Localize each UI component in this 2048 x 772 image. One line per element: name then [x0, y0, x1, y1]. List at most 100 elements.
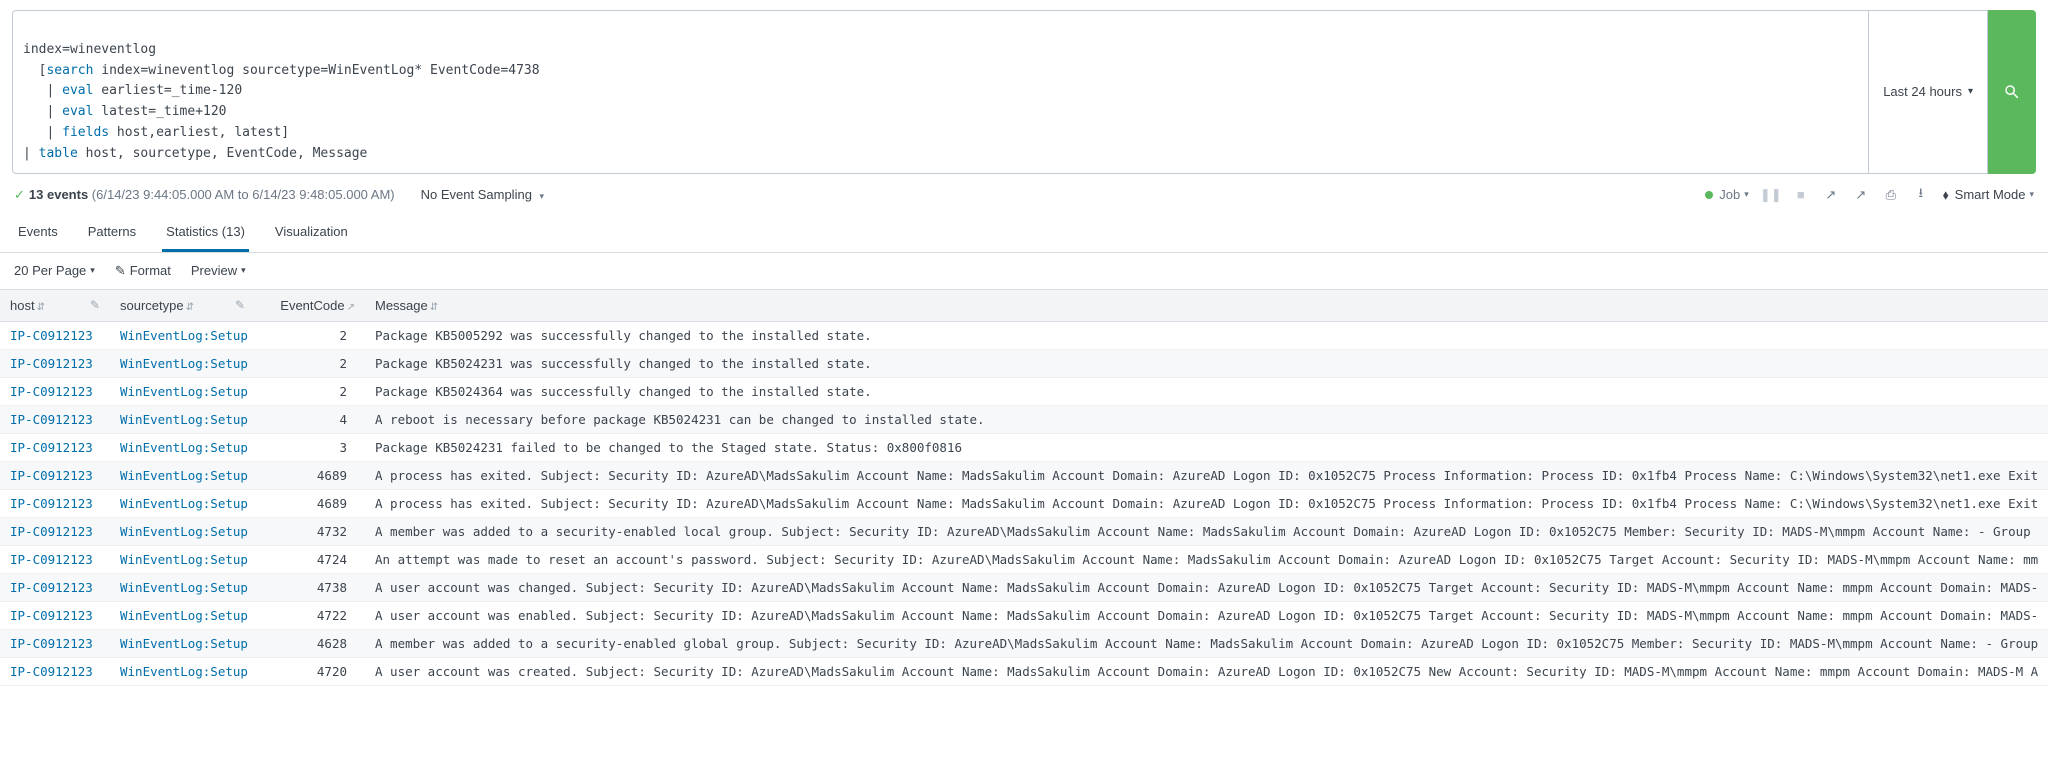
cell-message: A user account was changed. Subject: Sec… [365, 573, 2048, 601]
time-picker[interactable]: Last 24 hours ▾ [1869, 10, 1988, 174]
table-row: IP-C0912123WinEventLog:Setup2Package KB5… [0, 349, 2048, 377]
cell-message: An attempt was made to reset an account'… [365, 545, 2048, 573]
cell-host[interactable]: IP-C0912123 [0, 405, 110, 433]
sort-icon: ⇵ [37, 302, 45, 313]
share-button[interactable]: ↗ [1853, 187, 1869, 203]
time-range-text: (6/14/23 9:44:05.000 AM to 6/14/23 9:48:… [92, 187, 395, 202]
cell-host[interactable]: IP-C0912123 [0, 601, 110, 629]
search-bar-row: index=wineventlog [search index=winevent… [0, 0, 2048, 174]
tab-events[interactable]: Events [14, 214, 62, 252]
bolt-icon: ⬧ [1943, 187, 1949, 203]
cell-eventcode: 4628 [255, 629, 365, 657]
cell-sourcetype[interactable]: WinEventLog:Setup [110, 517, 255, 545]
cell-sourcetype[interactable]: WinEventLog:Setup [110, 657, 255, 685]
cell-message: Package KB5005292 was successfully chang… [365, 321, 2048, 349]
pencil-icon[interactable]: ✎ [235, 298, 245, 312]
cell-sourcetype[interactable]: WinEventLog:Setup [110, 629, 255, 657]
cell-eventcode: 4738 [255, 573, 365, 601]
smart-mode-dropdown[interactable]: ⬧ Smart Mode ▾ [1943, 187, 2034, 203]
cell-sourcetype[interactable]: WinEventLog:Setup [110, 461, 255, 489]
cell-host[interactable]: IP-C0912123 [0, 657, 110, 685]
tab-visualization[interactable]: Visualization [271, 214, 352, 252]
table-row: IP-C0912123WinEventLog:Setup4A reboot is… [0, 405, 2048, 433]
pencil-icon: ✎ [115, 263, 126, 279]
table-row: IP-C0912123WinEventLog:Setup2Package KB5… [0, 377, 2048, 405]
job-controls: Job ▾ ❚❚ ■ ↗ ↗ ⎙ ⭳ ⬧ Smart Mode ▾ [1705, 184, 2034, 206]
status-row: ✓ 13 events (6/14/23 9:44:05.000 AM to 6… [0, 174, 2048, 214]
cell-message: A user account was created. Subject: Sec… [365, 657, 2048, 685]
results-table: host⇵ ✎ sourcetype⇵ ✎ EventCode↗ [0, 289, 2048, 686]
cell-host[interactable]: IP-C0912123 [0, 349, 110, 377]
cell-sourcetype[interactable]: WinEventLog:Setup [110, 433, 255, 461]
column-header-eventcode[interactable]: EventCode↗ [255, 289, 365, 321]
cell-host[interactable]: IP-C0912123 [0, 629, 110, 657]
sort-icon: ⇵ [430, 302, 438, 313]
cell-host[interactable]: IP-C0912123 [0, 517, 110, 545]
search-button[interactable] [1988, 10, 2036, 174]
chevron-down-icon: ▾ [2029, 189, 2034, 200]
cell-message: Package KB5024364 was successfully chang… [365, 377, 2048, 405]
cell-eventcode: 4689 [255, 461, 365, 489]
sort-icon: ↗ [347, 302, 355, 313]
table-row: IP-C0912123WinEventLog:Setup4738A user a… [0, 573, 2048, 601]
cell-message: Package KB5024231 failed to be changed t… [365, 433, 2048, 461]
check-icon: ✓ [14, 187, 25, 203]
table-row: IP-C0912123WinEventLog:Setup4720A user a… [0, 657, 2048, 685]
job-dropdown[interactable]: Job ▾ [1705, 187, 1749, 202]
chevron-down-icon: ▾ [1968, 86, 1973, 97]
cell-message: A process has exited. Subject: Security … [365, 461, 2048, 489]
cell-eventcode: 2 [255, 321, 365, 349]
format-button[interactable]: ✎ Format [115, 263, 171, 279]
cell-host[interactable]: IP-C0912123 [0, 489, 110, 517]
cell-eventcode: 3 [255, 433, 365, 461]
tab-patterns[interactable]: Patterns [84, 214, 140, 252]
cell-message: A reboot is necessary before package KB5… [365, 405, 2048, 433]
chevron-down-icon: ▾ [90, 265, 95, 276]
cell-eventcode: 4689 [255, 489, 365, 517]
tab-statistics[interactable]: Statistics (13) [162, 214, 249, 252]
cell-sourcetype[interactable]: WinEventLog:Setup [110, 573, 255, 601]
pencil-icon[interactable]: ✎ [90, 298, 100, 312]
cell-host[interactable]: IP-C0912123 [0, 321, 110, 349]
reload-button[interactable]: ↗ [1823, 187, 1839, 203]
table-row: IP-C0912123WinEventLog:Setup4628A member… [0, 629, 2048, 657]
chevron-down-icon: ▾ [1744, 189, 1749, 200]
print-button[interactable]: ⎙ [1883, 187, 1899, 203]
cell-eventcode: 4722 [255, 601, 365, 629]
column-header-message[interactable]: Message⇵ [365, 289, 2048, 321]
preview-dropdown[interactable]: Preview ▾ [191, 263, 246, 278]
cell-host[interactable]: IP-C0912123 [0, 573, 110, 601]
stop-button[interactable]: ■ [1793, 187, 1809, 202]
events-count: 13 events [29, 187, 88, 202]
table-row: IP-C0912123WinEventLog:Setup3Package KB5… [0, 433, 2048, 461]
search-editor[interactable]: index=wineventlog [search index=winevent… [12, 10, 1869, 174]
cell-sourcetype[interactable]: WinEventLog:Setup [110, 405, 255, 433]
pause-button[interactable]: ❚❚ [1763, 187, 1779, 203]
cell-sourcetype[interactable]: WinEventLog:Setup [110, 349, 255, 377]
tabs-row: Events Patterns Statistics (13) Visualiz… [0, 214, 2048, 253]
cell-sourcetype[interactable]: WinEventLog:Setup [110, 489, 255, 517]
chevron-down-icon: ▾ [540, 191, 545, 201]
cell-eventcode: 2 [255, 349, 365, 377]
column-header-host[interactable]: host⇵ ✎ [0, 289, 110, 321]
cell-sourcetype[interactable]: WinEventLog:Setup [110, 601, 255, 629]
cell-eventcode: 4720 [255, 657, 365, 685]
table-row: IP-C0912123WinEventLog:Setup2Package KB5… [0, 321, 2048, 349]
cell-eventcode: 2 [255, 377, 365, 405]
cell-host[interactable]: IP-C0912123 [0, 461, 110, 489]
cell-eventcode: 4724 [255, 545, 365, 573]
cell-host[interactable]: IP-C0912123 [0, 545, 110, 573]
cell-host[interactable]: IP-C0912123 [0, 433, 110, 461]
sort-icon: ⇵ [186, 302, 194, 313]
cell-sourcetype[interactable]: WinEventLog:Setup [110, 321, 255, 349]
per-page-dropdown[interactable]: 20 Per Page ▾ [14, 263, 95, 278]
download-button[interactable]: ⭳ [1913, 184, 1929, 206]
event-sampling-dropdown[interactable]: No Event Sampling ▾ [421, 187, 544, 202]
column-header-sourcetype[interactable]: sourcetype⇵ ✎ [110, 289, 255, 321]
cell-host[interactable]: IP-C0912123 [0, 377, 110, 405]
cell-sourcetype[interactable]: WinEventLog:Setup [110, 377, 255, 405]
table-row: IP-C0912123WinEventLog:Setup4689A proces… [0, 461, 2048, 489]
table-row: IP-C0912123WinEventLog:Setup4732A member… [0, 517, 2048, 545]
table-row: IP-C0912123WinEventLog:Setup4722A user a… [0, 601, 2048, 629]
cell-sourcetype[interactable]: WinEventLog:Setup [110, 545, 255, 573]
